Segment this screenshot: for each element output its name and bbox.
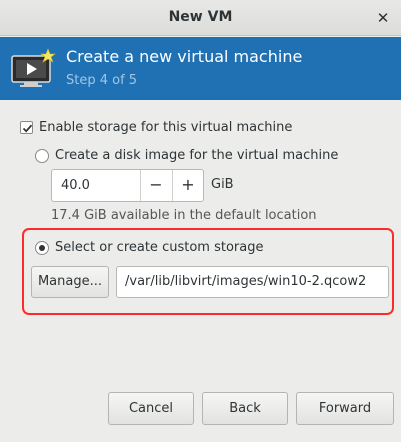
decrease-button[interactable]: − — [140, 170, 171, 201]
create-disk-label: Create a disk image for the virtual mach… — [55, 148, 339, 163]
size-unit-label: GiB — [211, 177, 234, 192]
cancel-button[interactable]: Cancel — [108, 392, 194, 425]
radio-selected-dot — [39, 245, 45, 251]
forward-button[interactable]: Forward — [296, 392, 394, 425]
wizard-title: Create a new virtual machine — [66, 47, 303, 66]
create-disk-radio[interactable] — [35, 149, 49, 163]
enable-storage-checkbox[interactable] — [20, 121, 33, 134]
enable-storage-label: Enable storage for this virtual machine — [39, 120, 293, 135]
vm-monitor-icon — [11, 48, 56, 87]
window-titlebar: New VM ✕ — [0, 0, 401, 36]
close-icon[interactable]: ✕ — [373, 8, 393, 28]
wizard-header: Create a new virtual machine Step 4 of 5 — [0, 37, 401, 100]
window-title: New VM — [168, 9, 233, 25]
available-space-text: 17.4 GiB available in the default locati… — [51, 208, 317, 223]
wizard-step: Step 4 of 5 — [66, 73, 138, 88]
storage-path-input[interactable]: /var/lib/libvirt/images/win10-2.qcow2 — [116, 266, 389, 298]
custom-storage-label: Select or create custom storage — [55, 240, 264, 255]
checkmark-icon — [22, 124, 33, 133]
disk-size-value[interactable]: 40.0 — [61, 178, 90, 193]
increase-button[interactable]: + — [172, 170, 203, 201]
back-button[interactable]: Back — [202, 392, 288, 425]
custom-storage-radio[interactable] — [35, 241, 49, 255]
manage-button[interactable]: Manage... — [31, 266, 109, 298]
disk-size-spinner[interactable]: 40.0 − + — [51, 169, 204, 202]
